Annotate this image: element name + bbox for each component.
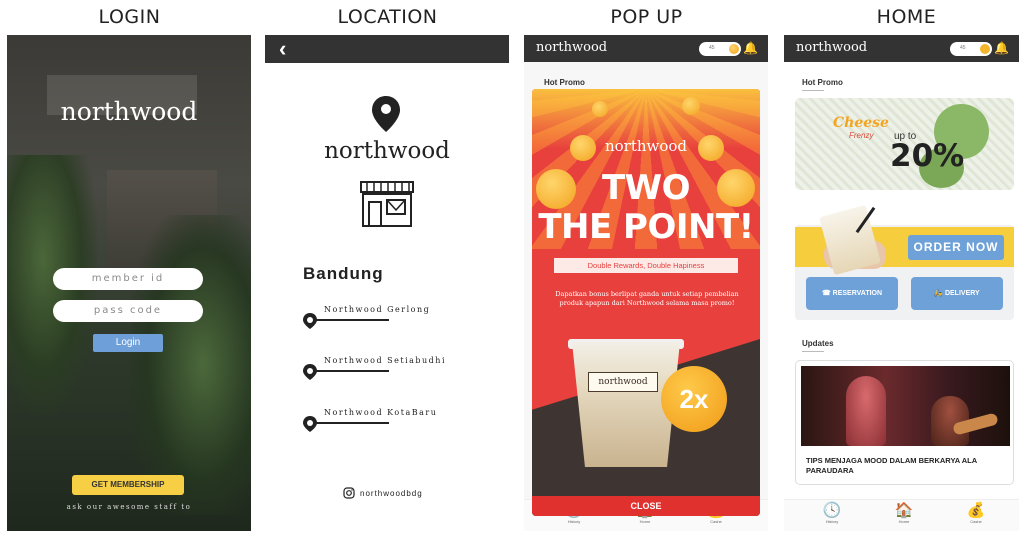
close-button[interactable]: CLOSE — [532, 496, 760, 516]
location-underline — [313, 370, 389, 372]
location-item[interactable]: Northwood KotaBaru — [303, 408, 493, 438]
section-underline — [802, 351, 824, 352]
background-plant-right — [131, 215, 251, 515]
singer-figure — [846, 376, 886, 446]
points-toggle[interactable]: 45 — [699, 42, 741, 56]
home-screen: northwood 45 🔔 Hot Promo Cheese Frenzy u… — [784, 35, 1019, 531]
instagram-handle: northwoodbdg — [360, 488, 423, 498]
location-topbar: ‹ — [265, 35, 509, 63]
chevron-left-icon[interactable]: ‹ — [279, 36, 286, 62]
location-item[interactable]: Northwood Gerlong — [303, 305, 493, 335]
map-pin-icon — [372, 96, 400, 132]
nav-cashe[interactable]: 💰Cashe — [956, 502, 996, 525]
store-icon — [360, 181, 414, 227]
bottom-nav: 🕓History 🏠Home 💰Cashe — [784, 499, 1019, 531]
heading-popup: POP UP — [610, 6, 683, 28]
popup-description: Dapatkan bonus berlipat ganda untuk seti… — [555, 290, 739, 307]
promo-discount: 20% — [890, 138, 965, 174]
popup-ribbon: Double Rewards, Double Hapiness — [554, 258, 738, 273]
popup-title-line2: THE POINT! — [538, 207, 754, 247]
login-logo: northwood — [60, 97, 198, 126]
promo-popup-card: northwood TWO THE POINT! Double Rewards,… — [532, 89, 760, 516]
location-label: Northwood Gerlong — [324, 305, 431, 314]
nav-label: Cashe — [710, 519, 722, 524]
login-button[interactable]: Login — [93, 334, 163, 352]
section-hot-promo: Hot Promo — [802, 78, 843, 87]
coin-decoration — [592, 101, 608, 117]
instagram-link[interactable]: northwoodbdg — [343, 487, 423, 499]
login-screen: northwood member id pass code Login GET … — [7, 35, 251, 531]
location-label: Northwood KotaBaru — [324, 408, 438, 417]
bell-icon[interactable]: 🔔 — [994, 41, 1009, 55]
location-screen: ‹ northwood Bandung Northwood Gerlong No… — [265, 35, 509, 531]
heading-login: LOGIN — [98, 6, 161, 28]
section-underline — [802, 90, 824, 91]
nav-label: Cashe — [970, 519, 982, 524]
popup-title: TWO THE POINT! — [532, 169, 760, 247]
location-pin-icon — [303, 313, 317, 329]
nav-label: Home — [639, 519, 651, 524]
order-now-button[interactable]: ORDER NOW — [908, 235, 1004, 260]
history-icon: 🕓 — [822, 502, 842, 519]
coin-icon — [729, 44, 739, 54]
heading-location: LOCATION — [337, 6, 438, 28]
section-updates: Updates — [802, 339, 834, 348]
delivery-button[interactable]: 🛵 DELIVERY — [911, 277, 1003, 310]
points-value: 45 — [709, 45, 715, 51]
cup-label: northwood — [588, 372, 658, 392]
heading-home: HOME — [876, 6, 937, 28]
double-points-badge: 2x — [661, 366, 727, 432]
location-pin-icon — [303, 364, 317, 380]
app-header: northwood 45 🔔 — [524, 35, 768, 62]
reservation-label: RESERVATION — [832, 290, 883, 297]
popup-screen: northwood 45 🔔 Hot Promo 🕓History 🏠Home … — [524, 35, 768, 531]
update-card[interactable]: TIPS MENJAGA MOOD DALAM BERKARYA ALA PAR… — [795, 360, 1014, 485]
location-underline — [313, 422, 389, 424]
instagram-icon — [343, 487, 355, 499]
pass-code-input[interactable]: pass code — [53, 300, 203, 322]
nav-label: History — [567, 519, 581, 524]
phone-icon: ☎ — [821, 290, 831, 297]
update-photo — [801, 366, 1010, 446]
popup-title-line1: TWO — [601, 168, 691, 208]
nav-label: History — [825, 519, 839, 524]
nav-label: Home — [898, 519, 910, 524]
cashe-icon: 💰 — [966, 502, 986, 519]
promo-cheese-text: Cheese — [833, 115, 889, 131]
app-header: northwood 45 🔔 — [784, 35, 1019, 62]
location-underline — [313, 319, 389, 321]
location-logo: northwood — [324, 138, 450, 164]
home-icon: 🏠 — [894, 502, 914, 519]
bell-icon[interactable]: 🔔 — [743, 41, 758, 55]
reservation-button[interactable]: ☎ RESERVATION — [806, 277, 898, 310]
location-pin-icon — [303, 416, 317, 432]
login-hint: ask our awesome staff to — [66, 503, 192, 511]
promo-banner[interactable]: Cheese Frenzy up to 20% — [795, 98, 1014, 190]
update-title: TIPS MENJAGA MOOD DALAM BERKARYA ALA PAR… — [806, 456, 977, 475]
header-brand: northwood — [796, 40, 868, 55]
scooter-icon: 🛵 — [934, 290, 943, 297]
points-value: 45 — [960, 45, 966, 51]
nav-home[interactable]: 🏠Home — [884, 502, 924, 525]
get-membership-button[interactable]: GET MEMBERSHIP — [72, 475, 184, 495]
member-id-input[interactable]: member id — [53, 268, 203, 290]
delivery-label: DELIVERY — [944, 290, 980, 297]
coin-icon — [980, 44, 990, 54]
points-toggle[interactable]: 45 — [950, 42, 992, 56]
header-brand: northwood — [536, 40, 608, 55]
city-title: Bandung — [303, 264, 384, 283]
nav-history[interactable]: 🕓History — [812, 502, 852, 525]
coin-decoration — [682, 97, 700, 115]
promo-frenzy-text: Frenzy — [849, 131, 874, 140]
popup-brand: northwood — [604, 137, 688, 155]
location-item[interactable]: Northwood Setiabudhi — [303, 356, 493, 386]
location-label: Northwood Setiabudhi — [324, 356, 447, 365]
